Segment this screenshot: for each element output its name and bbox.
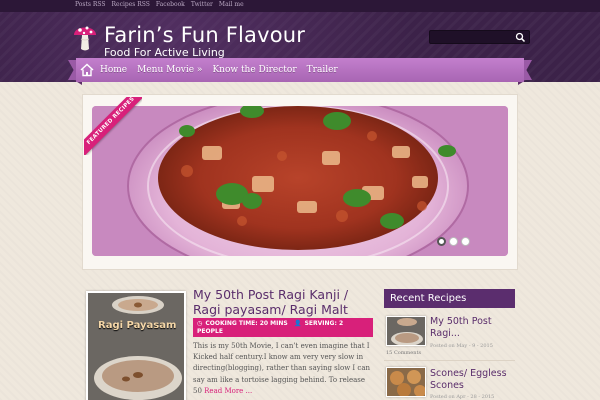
top-link-facebook[interactable]: Facebook	[156, 1, 185, 8]
post-title[interactable]: My 50th Post Ragi Kanji / Ragi payasam/ …	[193, 287, 373, 317]
post-meta-bar: ◷ COOKING TIME: 20 MINS 👤 SERVING: 2 PEO…	[193, 318, 373, 337]
cooking-time: COOKING TIME: 20 MINS	[205, 320, 288, 327]
mushroom-icon[interactable]	[72, 21, 98, 53]
recent-item-1-date: Posted on May - 9 - 2015	[430, 343, 493, 349]
top-link-posts-rss[interactable]: Posts RSS	[75, 1, 106, 8]
post-excerpt: This is my 50th Movie, I can’t even imag…	[193, 341, 375, 397]
nav-item-home[interactable]: Home	[100, 65, 127, 75]
recent-item-2-image	[387, 368, 425, 396]
top-link-mail[interactable]: Mail me	[219, 1, 244, 8]
featured-slider[interactable]	[92, 106, 508, 256]
slider-dot-2[interactable]	[449, 237, 458, 246]
thumbnail-caption: Ragi Payasam	[98, 320, 177, 331]
top-links: Posts RSS Recipes RSS Facebook Twitter M…	[75, 1, 244, 8]
recent-recipes-title: Recent Recipes	[384, 289, 515, 308]
widget-divider	[384, 360, 515, 361]
site-title[interactable]: Farin’s Fun Flavour	[104, 23, 305, 47]
search-icon[interactable]	[515, 32, 526, 43]
read-more-link[interactable]: Read More ...	[204, 387, 252, 395]
clock-icon: ◷	[197, 320, 203, 327]
recent-item-2-date: Posted on Apr - 28 - 2015	[430, 394, 495, 400]
nav-item-trailer[interactable]: Trailer	[307, 65, 338, 75]
nav-item-menu-movie[interactable]: Menu Movie »	[137, 65, 202, 75]
user-icon: 👤	[294, 320, 302, 327]
top-link-twitter[interactable]: Twitter	[191, 1, 213, 8]
nav-item-director[interactable]: Know the Director	[212, 65, 296, 75]
top-link-recipes-rss[interactable]: Recipes RSS	[112, 1, 150, 8]
recent-item-2-thumbnail[interactable]	[386, 367, 426, 397]
recent-item-1-thumbnail[interactable]	[386, 316, 426, 346]
payasam-image	[88, 293, 184, 400]
home-icon[interactable]	[80, 63, 94, 77]
recent-item-1-title[interactable]: My 50th Post Ragi...	[430, 316, 515, 340]
featured-food-image[interactable]	[92, 106, 508, 256]
featured-recipes-badge: FEATURED RECIPES	[84, 97, 142, 155]
slider-pagination	[437, 237, 470, 246]
recent-item-1-image	[387, 317, 425, 345]
main-nav: Home Menu Movie » Know the Director Trai…	[76, 58, 524, 82]
recent-item-1-comments[interactable]: 15 Comments	[386, 350, 421, 356]
recent-item-2-title[interactable]: Scones/ Eggless Scones	[430, 368, 515, 392]
post-thumbnail[interactable]: Ragi Payasam	[86, 291, 186, 400]
slider-dot-1[interactable]	[437, 237, 446, 246]
search-box	[429, 30, 530, 44]
slider-dot-3[interactable]	[461, 237, 470, 246]
featured-badge-label: FEATURED RECIPES	[84, 97, 142, 155]
search-input[interactable]	[430, 31, 514, 43]
top-bar: Posts RSS Recipes RSS Facebook Twitter M…	[0, 0, 600, 12]
